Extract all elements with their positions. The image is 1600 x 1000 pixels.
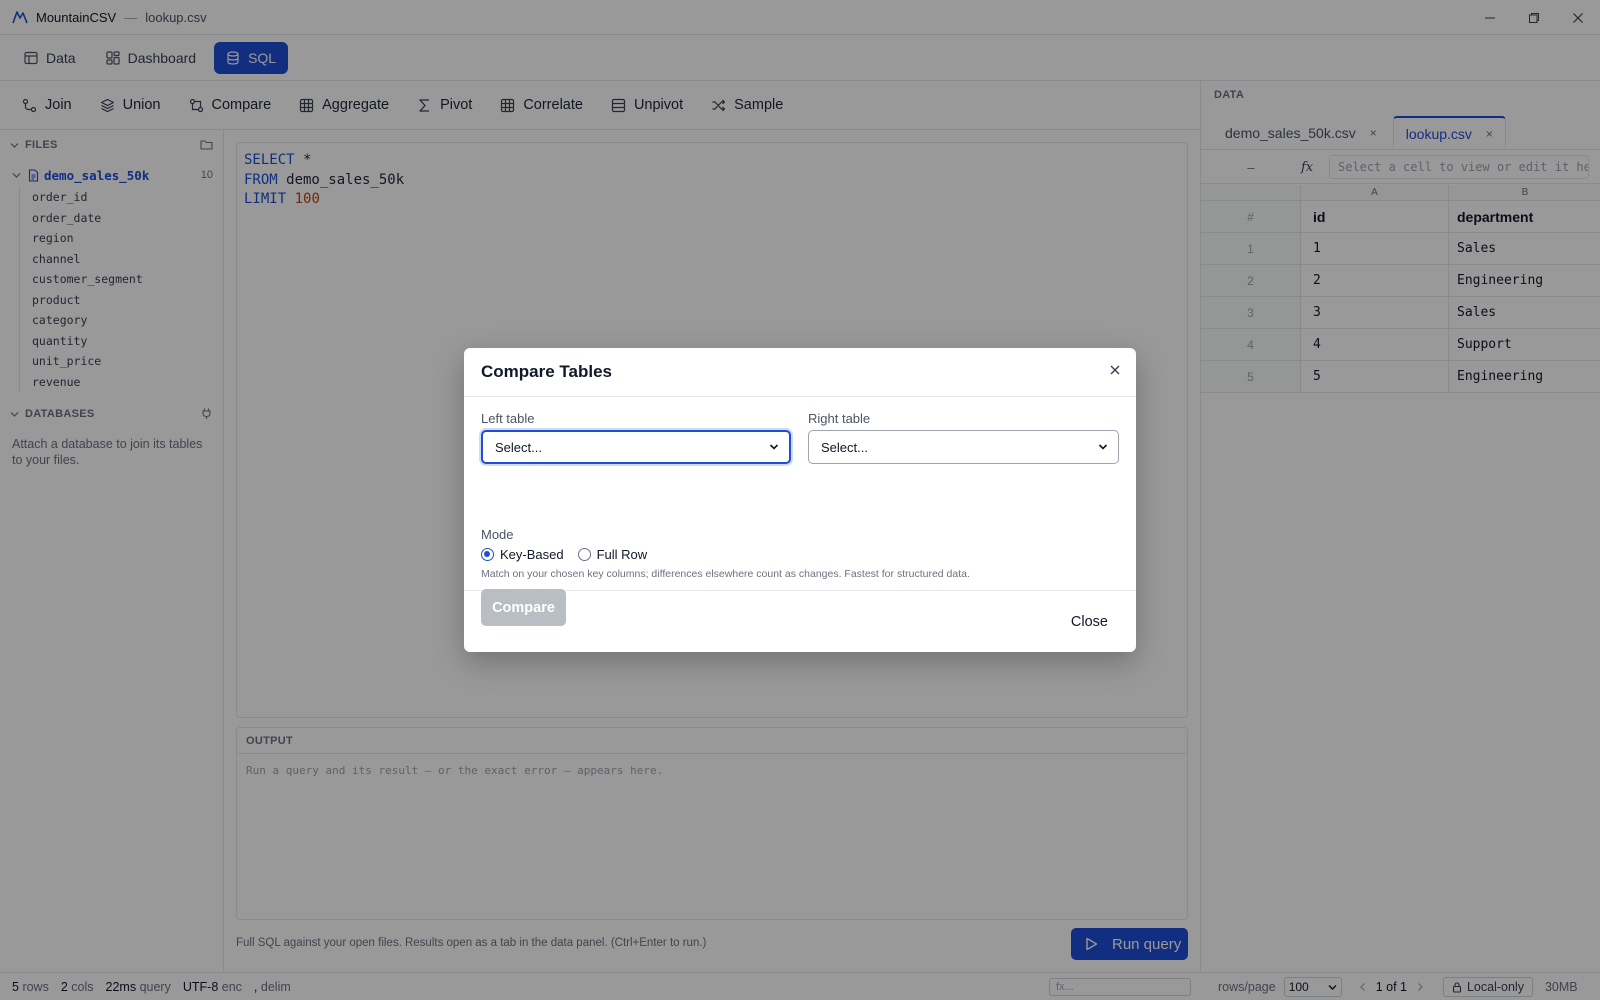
chevron-down-icon <box>1098 444 1108 450</box>
compare-tables-dialog: Compare Tables Left table Right table Se… <box>464 348 1136 652</box>
close-dialog-button[interactable]: Close <box>1071 614 1108 630</box>
mode-label: Mode <box>481 527 514 542</box>
left-table-select[interactable]: Select... <box>481 430 791 464</box>
close-icon <box>1110 365 1120 375</box>
compare-submit-button[interactable]: Compare <box>481 589 566 626</box>
dialog-body: Left table Right table Select... Select.… <box>464 397 1136 626</box>
left-table-label: Left table <box>481 411 535 426</box>
mode-help-text: Match on your chosen key columns; differ… <box>481 568 970 580</box>
right-table-value: Select... <box>821 439 868 455</box>
chevron-down-icon <box>769 444 779 450</box>
dialog-close-icon[interactable] <box>1108 363 1122 377</box>
key-based-radio[interactable] <box>481 548 494 561</box>
right-table-select[interactable]: Select... <box>808 430 1119 464</box>
dialog-header: Compare Tables <box>464 348 1136 397</box>
right-table-label: Right table <box>808 411 871 426</box>
full-row-label[interactable]: Full Row <box>597 547 648 562</box>
mode-radio-group: Key-Based Full Row <box>481 547 647 562</box>
left-table-value: Select... <box>495 439 542 455</box>
dialog-title: Compare Tables <box>481 362 613 381</box>
full-row-radio[interactable] <box>577 548 591 561</box>
key-based-label[interactable]: Key-Based <box>500 547 564 562</box>
